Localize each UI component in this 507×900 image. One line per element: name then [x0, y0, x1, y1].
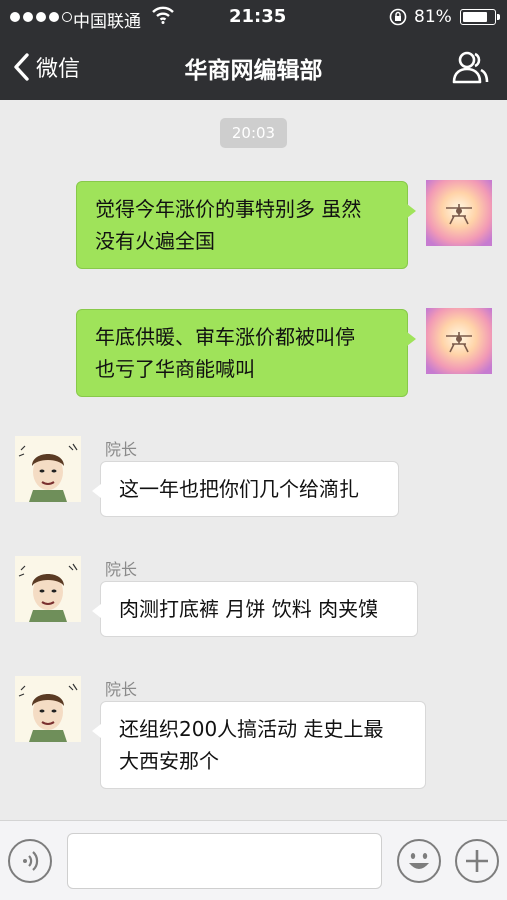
status-time: 21:35 [229, 6, 287, 27]
my-avatar[interactable] [426, 180, 492, 246]
wifi-icon [152, 6, 174, 24]
plus-icon [466, 850, 488, 872]
message-text: 这一年也把你们几个给滴扎 [119, 477, 359, 501]
message-text: 大西安那个 [119, 749, 219, 773]
message-text: 年底供暖、审车涨价都被叫停 [95, 325, 355, 349]
status-bar: 中国联通 21:35 81% [0, 0, 507, 34]
sender-avatar[interactable] [15, 676, 81, 742]
message-bubble[interactable]: 肉测打底裤 月饼 饮料 肉夹馍 [92, 581, 418, 637]
message-input[interactable] [67, 833, 382, 889]
emoji-button[interactable] [397, 839, 441, 883]
more-functions-button[interactable] [455, 839, 499, 883]
rotation-lock-icon [389, 8, 407, 26]
carrier-name: 中国联通 [73, 12, 141, 32]
message-text: 还组织200人搞活动 走史上最 [119, 717, 384, 741]
input-bar [0, 820, 507, 900]
sender-avatar[interactable] [15, 556, 81, 622]
sender-name: 院长 [105, 560, 138, 579]
message-bubble[interactable]: 年底供暖、审车涨价都被叫停 也亏了华商能喊叫 [76, 309, 416, 397]
voice-input-button[interactable] [8, 839, 52, 883]
message-list[interactable]: 20:03 觉得今年涨价的事特别多 虽然 没有火遍全国 年底供暖、审车涨价都被叫… [0, 100, 507, 820]
message-timestamp: 20:03 [220, 118, 287, 148]
voice-icon [23, 851, 39, 871]
sender-name: 院长 [105, 440, 138, 459]
sender-avatar[interactable] [15, 436, 81, 502]
message-text: 肉测打底裤 月饼 饮料 肉夹馍 [119, 597, 379, 621]
battery-percent: 81% [414, 7, 452, 27]
message-text: 也亏了华商能喊叫 [95, 357, 255, 381]
message-text: 没有火遍全国 [95, 229, 215, 253]
signal-strength-icon [10, 8, 72, 26]
battery-icon [460, 9, 500, 25]
chat-title: 华商网编辑部 [184, 58, 323, 84]
message-bubble[interactable]: 觉得今年涨价的事特别多 虽然 没有火遍全国 [76, 181, 416, 269]
my-avatar[interactable] [426, 308, 492, 374]
message-text: 觉得今年涨价的事特别多 虽然 [95, 197, 362, 221]
group-profile-icon[interactable] [451, 50, 489, 84]
navigation-bar: 微信 华商网编辑部 [0, 34, 507, 100]
emoji-icon [409, 853, 429, 869]
message-bubble[interactable]: 这一年也把你们几个给滴扎 [92, 461, 399, 517]
message-bubble[interactable]: 还组织200人搞活动 走史上最 大西安那个 [92, 701, 426, 789]
sender-name: 院长 [105, 680, 138, 699]
